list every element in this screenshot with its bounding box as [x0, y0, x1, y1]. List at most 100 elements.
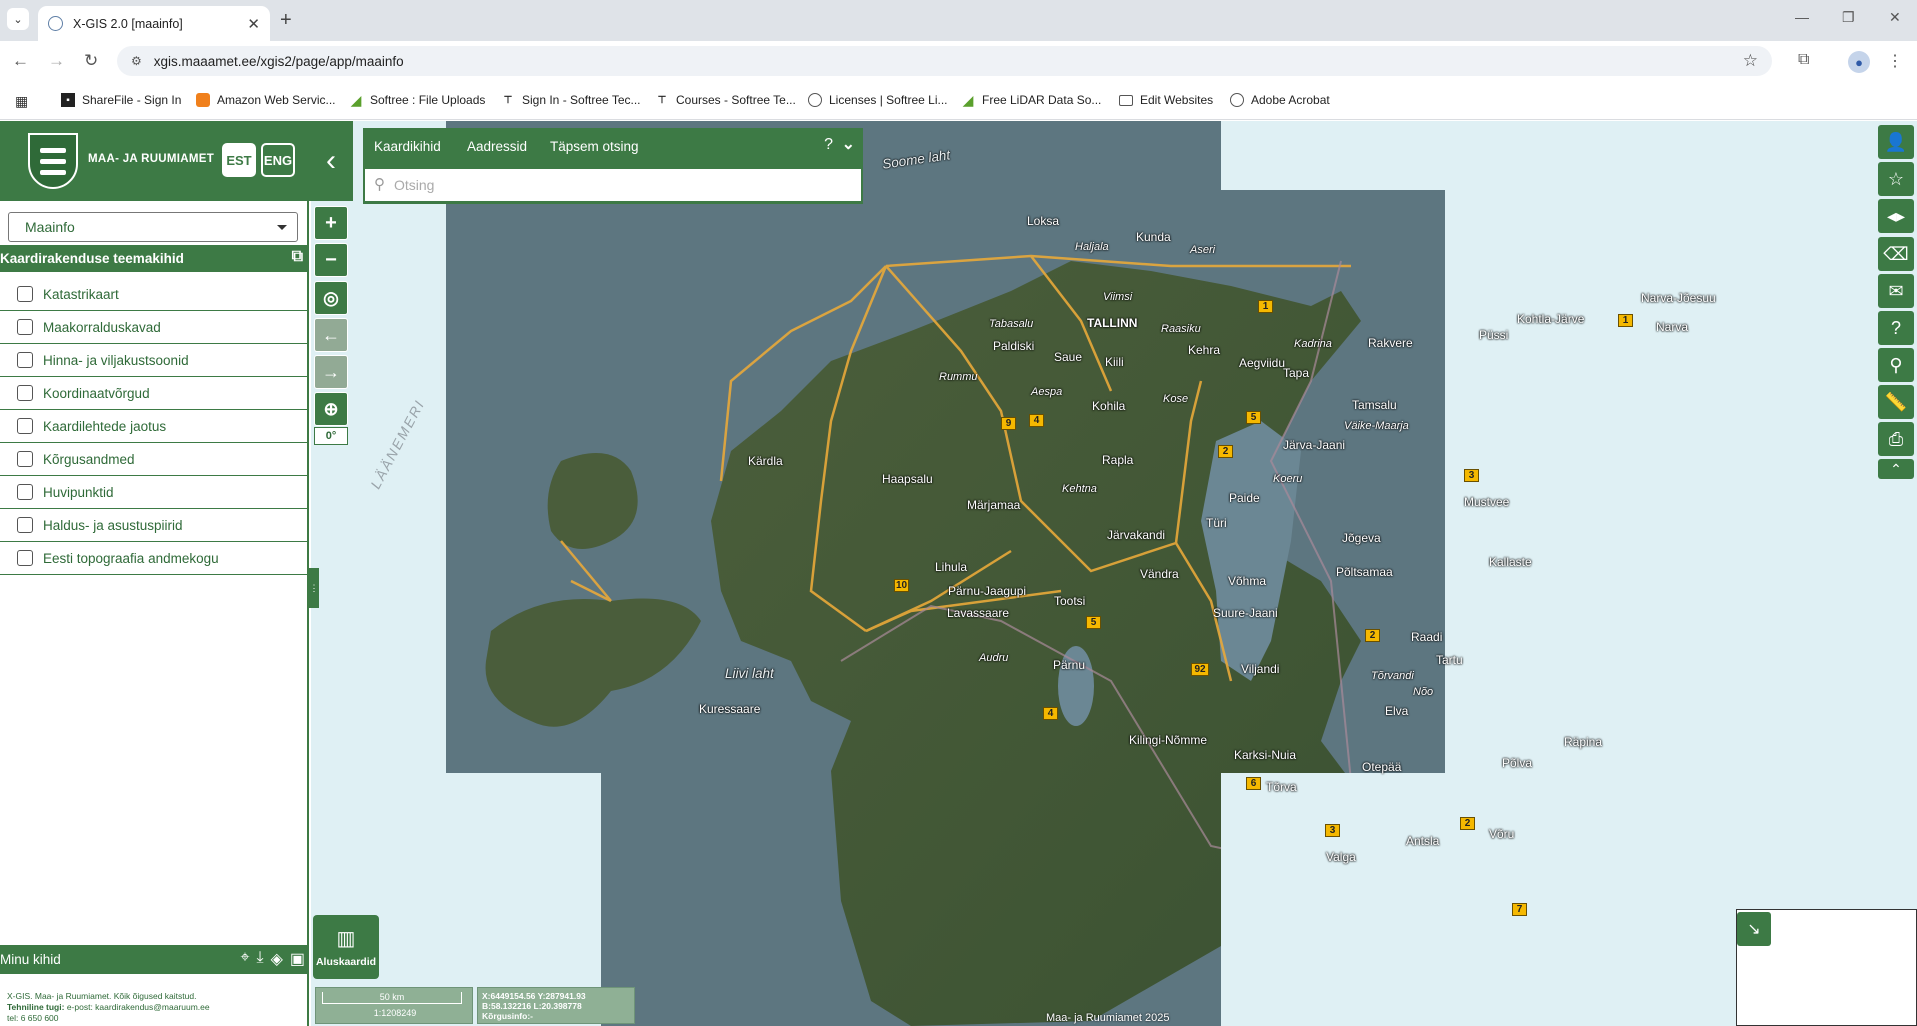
- eraser-icon[interactable]: ⌫: [1878, 237, 1914, 271]
- tab-map-layers[interactable]: Kaardikihid: [374, 139, 441, 154]
- road-shield: 10: [894, 579, 909, 592]
- location-pin-icon[interactable]: ⚲: [1878, 348, 1914, 382]
- zoom-in-button[interactable]: +: [314, 206, 348, 240]
- place-label: Raadi: [1411, 630, 1443, 644]
- checkbox[interactable]: [17, 286, 33, 302]
- bookmark-label: Softree : File Uploads: [370, 93, 486, 107]
- locate-icon[interactable]: ◎: [314, 281, 348, 315]
- bookmark-item[interactable]: ⊤ Courses - Softree Te...: [655, 93, 796, 107]
- place-label: Põlva: [1502, 756, 1533, 770]
- next-extent-icon[interactable]: →: [314, 355, 348, 389]
- extensions-icon[interactable]: ⧉: [1798, 51, 1809, 69]
- bookmark-item[interactable]: Edit Websites: [1119, 93, 1213, 107]
- previous-extent-icon[interactable]: ←: [314, 318, 348, 352]
- checkbox[interactable]: [17, 418, 33, 434]
- locate-layer-icon[interactable]: ⌖: [240, 949, 249, 969]
- help-icon[interactable]: ?: [824, 136, 833, 154]
- checkbox[interactable]: [17, 451, 33, 467]
- panel-resize-handle[interactable]: ⋮: [309, 568, 319, 608]
- tab-addresses[interactable]: Aadressid: [467, 139, 527, 154]
- bookmark-item[interactable]: ⊤ Sign In - Softree Tec...: [501, 93, 641, 107]
- bookmark-item[interactable]: ◢ Softree : File Uploads: [349, 92, 486, 108]
- expand-overview-icon[interactable]: ↘: [1737, 912, 1771, 946]
- footer-support-label: Tehniline tugi:: [7, 1002, 65, 1012]
- place-label: Jõgeva: [1342, 531, 1381, 545]
- browser-tab[interactable]: X-GIS 2.0 [maainfo] ✕: [38, 6, 270, 41]
- map-icon: ▥: [336, 928, 356, 950]
- lang-eng-button[interactable]: ENG: [261, 143, 295, 177]
- layer-label: Kaardilehtede jaotus: [43, 418, 167, 434]
- place-label: Tõrva: [1266, 780, 1297, 794]
- site-info-icon[interactable]: ⚙: [131, 54, 142, 68]
- map-canvas[interactable]: Soome laht Liivi laht LÄÄNEMERI Loksa Ku…: [311, 121, 1917, 1026]
- place-label: Kehra: [1188, 343, 1221, 357]
- layers-icon[interactable]: ◈: [271, 949, 283, 969]
- tab-search-dropdown-icon[interactable]: ⌄: [7, 8, 29, 30]
- swipe-compare-icon[interactable]: ◂▸: [1878, 199, 1914, 233]
- checkbox[interactable]: [17, 550, 33, 566]
- layer-item[interactable]: Koordinaatvõrgud: [0, 377, 309, 410]
- layer-item[interactable]: Kaardilehtede jaotus: [0, 410, 309, 443]
- browser-menu-icon[interactable]: ⋮: [1887, 51, 1903, 71]
- layer-item[interactable]: Eesti topograafia andmekogu: [0, 542, 309, 575]
- layer-item[interactable]: Maakorralduskavad: [0, 311, 309, 344]
- download-icon[interactable]: ⤓: [256, 949, 263, 969]
- layer-item[interactable]: Katastrikaart: [0, 278, 309, 311]
- collapse-toolbar-icon[interactable]: ⌃: [1878, 459, 1914, 479]
- favorites-star-icon[interactable]: ☆: [1878, 162, 1914, 196]
- checkbox[interactable]: [17, 319, 33, 335]
- layer-item[interactable]: Hinna- ja viljakustsoonid: [0, 344, 309, 377]
- bookmark-item[interactable]: ▪ ShareFile - Sign In: [61, 93, 181, 107]
- collapse-down-icon[interactable]: ⌄: [842, 134, 855, 154]
- close-tab-icon[interactable]: ✕: [247, 15, 260, 33]
- place-label: Rakvere: [1368, 336, 1413, 350]
- bookmark-label: Licenses | Softree Li...: [829, 93, 948, 107]
- address-bar-row: ← → ↻ ⚙ xgis.maaamet.ee/xgis2/page/app/m…: [0, 41, 1917, 81]
- user-icon[interactable]: 👤: [1878, 125, 1914, 159]
- bookmark-item[interactable]: ◢ Free LiDAR Data So...: [961, 92, 1102, 108]
- reload-icon[interactable]: ↻: [84, 51, 98, 71]
- feedback-icon[interactable]: ✉: [1878, 274, 1914, 308]
- help-icon[interactable]: ?: [1878, 311, 1914, 345]
- restore-icon[interactable]: ❐: [1842, 9, 1855, 26]
- place-label: TALLINN: [1087, 316, 1138, 330]
- place-label: Kohtla-Järve: [1517, 312, 1585, 326]
- layers-info-icon[interactable]: ⧉: [292, 248, 303, 266]
- bookmark-item[interactable]: Adobe Acrobat: [1230, 93, 1330, 107]
- checkbox[interactable]: [17, 385, 33, 401]
- layer-item[interactable]: Kõrgusandmed: [0, 443, 309, 476]
- bookmark-item[interactable]: Licenses | Softree Li...: [808, 93, 948, 107]
- app-select[interactable]: Maainfo: [8, 212, 298, 242]
- tab-title: X-GIS 2.0 [maainfo]: [73, 16, 183, 31]
- add-folder-icon[interactable]: ▣: [290, 949, 305, 969]
- layer-item[interactable]: Haldus- ja asustuspiirid: [0, 509, 309, 542]
- layer-item[interactable]: Huvipunktid: [0, 476, 309, 509]
- basemap-button[interactable]: ▥ Aluskaardid: [313, 915, 379, 979]
- apps-grid-icon[interactable]: ▦: [15, 93, 28, 110]
- zoom-out-button[interactable]: −: [314, 243, 348, 277]
- compass-icon[interactable]: ⊕: [314, 392, 348, 426]
- place-label: Aseri: [1190, 244, 1216, 256]
- forward-icon[interactable]: →: [48, 51, 65, 71]
- place-label: Viimsi: [1103, 291, 1133, 303]
- back-icon[interactable]: ←: [12, 51, 29, 71]
- bookmark-star-icon[interactable]: ☆: [1743, 51, 1758, 71]
- themes-header: Kaardirakenduse teemakihid ⧉: [0, 245, 309, 272]
- lang-est-button[interactable]: EST: [222, 143, 256, 177]
- new-tab-icon[interactable]: +: [280, 9, 292, 32]
- url-text: xgis.maaamet.ee/xgis2/page/app/maainfo: [153, 53, 404, 69]
- checkbox[interactable]: [17, 352, 33, 368]
- search-input[interactable]: [365, 169, 861, 201]
- checkbox[interactable]: [17, 517, 33, 533]
- omnibox[interactable]: ⚙ xgis.maaamet.ee/xgis2/page/app/maainfo…: [117, 46, 1772, 76]
- collapse-panel-button[interactable]: ‹: [309, 121, 353, 201]
- checkbox[interactable]: [17, 484, 33, 500]
- tab-advanced-search[interactable]: Täpsem otsing: [550, 139, 639, 154]
- minimize-icon[interactable]: —: [1795, 9, 1809, 25]
- profile-avatar-icon[interactable]: ●: [1848, 51, 1870, 73]
- close-window-icon[interactable]: ✕: [1889, 9, 1901, 26]
- bookmarks-bar: ▦ ▪ ShareFile - Sign In Amazon Web Servi…: [0, 81, 1917, 120]
- print-icon[interactable]: ⎙: [1878, 422, 1914, 456]
- bookmark-item[interactable]: Amazon Web Servic...: [196, 93, 336, 107]
- ruler-icon[interactable]: 📏: [1878, 385, 1914, 419]
